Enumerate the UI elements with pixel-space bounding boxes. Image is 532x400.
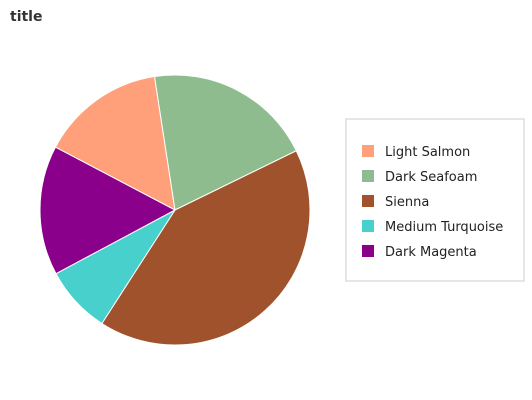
chart-title: title <box>10 9 42 25</box>
legend-swatch <box>362 245 374 257</box>
legend-label: Medium Turquoise <box>385 220 503 235</box>
pie-slices <box>39 74 311 346</box>
legend-swatch <box>362 195 374 207</box>
legend-label: Dark Seafoam <box>385 170 477 185</box>
legend-label: Sienna <box>385 195 429 210</box>
legend: Light Salmon Dark Seafoam Sienna Medium … <box>345 118 525 282</box>
legend-label: Dark Magenta <box>385 245 477 260</box>
pie-chart: title Light Salmon Dark Seafoam Sienna M… <box>10 9 525 346</box>
legend-label: Light Salmon <box>385 145 470 160</box>
legend-swatch <box>362 145 374 157</box>
legend-swatch <box>362 170 374 182</box>
legend-swatch <box>362 220 374 232</box>
